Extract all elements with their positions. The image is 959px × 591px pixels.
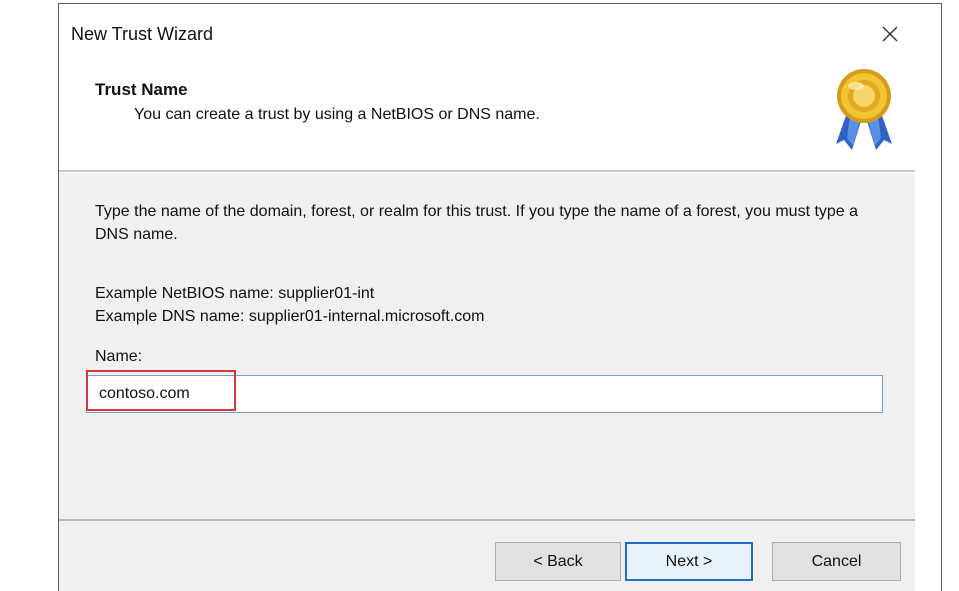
example-dns-text: Example DNS name: supplier01-internal.mi… (95, 308, 485, 325)
close-icon (882, 26, 898, 42)
page-subtitle: You can create a trust by using a NetBIO… (134, 106, 540, 123)
example-netbios-text: Example NetBIOS name: supplier01-int (95, 285, 375, 302)
window-border-right (941, 3, 942, 591)
medal-icon (828, 66, 900, 154)
instruction-text: Type the name of the domain, forest, or … (95, 203, 859, 243)
close-button[interactable] (876, 20, 904, 48)
window-title: New Trust Wizard (71, 24, 214, 44)
page-title: Trust Name (95, 80, 188, 99)
cancel-button[interactable]: Cancel (772, 542, 901, 581)
next-button[interactable]: Next > (625, 542, 753, 581)
window-border-top (58, 3, 942, 4)
name-input[interactable] (86, 375, 883, 413)
back-button[interactable]: < Back (495, 542, 621, 581)
name-label: Name: (95, 348, 143, 365)
name-field[interactable] (99, 385, 799, 403)
